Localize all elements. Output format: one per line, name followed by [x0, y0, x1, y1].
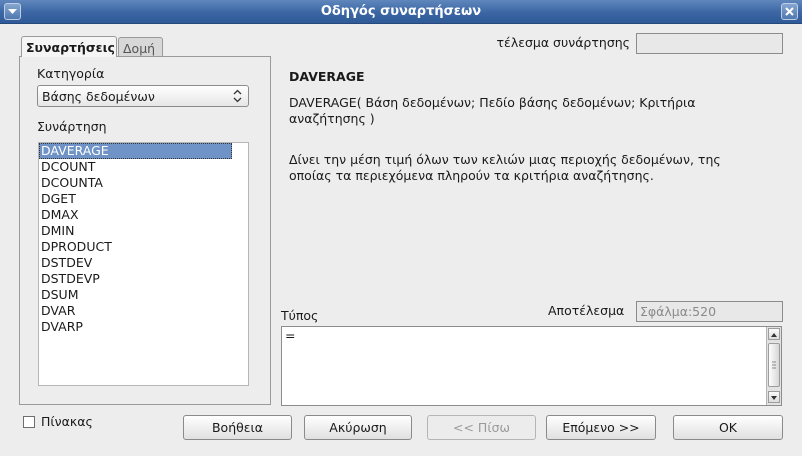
formula-text: =: [285, 328, 296, 343]
function-name: DAVERAGE: [289, 69, 365, 84]
function-result-field: [636, 33, 783, 54]
list-item[interactable]: DSTDEVP: [39, 271, 248, 287]
category-value: Βάσης δεδομένων: [42, 89, 155, 104]
category-label: Κατηγορία: [37, 66, 105, 81]
list-item[interactable]: DSTDEV: [39, 255, 248, 271]
category-select[interactable]: Βάσης δεδομένων: [37, 85, 249, 107]
list-item[interactable]: DAVERAGE: [39, 143, 232, 159]
list-item[interactable]: DPRODUCT: [39, 239, 248, 255]
help-button[interactable]: Βοήθεια: [183, 415, 292, 440]
next-button[interactable]: Επόμενο >>: [546, 415, 656, 440]
list-item[interactable]: DSUM: [39, 287, 248, 303]
tab-functions[interactable]: Συναρτήσεις: [21, 36, 117, 57]
formula-label: Τύπος: [281, 308, 319, 323]
list-item[interactable]: DCOUNTA: [39, 175, 248, 191]
tab-structure[interactable]: Δομή: [118, 37, 163, 57]
close-icon[interactable]: [781, 3, 798, 20]
array-checkbox[interactable]: [23, 416, 35, 428]
array-label: Πίνακας: [41, 414, 93, 429]
window-title: Οδηγός συναρτήσεων: [320, 4, 482, 19]
result-field: Σφάλμα:520: [636, 301, 783, 322]
title-bar: Οδηγός συναρτήσεων: [0, 0, 802, 24]
cancel-button[interactable]: Ακύρωση: [304, 415, 412, 440]
back-button[interactable]: << Πίσω: [427, 415, 536, 440]
ok-button[interactable]: OK: [673, 415, 783, 440]
function-list[interactable]: DAVERAGE DCOUNT DCOUNTA DGET DMAX DMIN D…: [38, 142, 249, 386]
list-item[interactable]: DVARP: [39, 319, 248, 335]
result-label: Αποτέλεσμα: [548, 303, 625, 318]
scroll-up-icon[interactable]: [768, 328, 780, 340]
formula-input[interactable]: =: [281, 326, 782, 406]
functions-panel: Κατηγορία Βάσης δεδομένων Συνάρτηση DAVE…: [19, 56, 271, 405]
function-description: Δίνει την μέση τιμή όλων των κελιών μιας…: [289, 152, 721, 183]
spin-arrows-icon: [233, 89, 242, 103]
list-item[interactable]: DVAR: [39, 303, 248, 319]
list-item[interactable]: DMIN: [39, 223, 248, 239]
list-item[interactable]: DMAX: [39, 207, 248, 223]
function-label: Συνάρτηση: [37, 119, 107, 134]
list-item[interactable]: DGET: [39, 191, 248, 207]
scroll-thumb[interactable]: [768, 343, 780, 387]
function-result-label: τέλεσμα συνάρτησης: [496, 35, 630, 50]
formula-scrollbar[interactable]: [766, 327, 781, 405]
list-item[interactable]: DCOUNT: [39, 159, 248, 175]
function-syntax: DAVERAGE( Βάση δεδομένων; Πεδίο βάσης δε…: [289, 95, 696, 126]
scroll-down-icon[interactable]: [768, 391, 780, 403]
